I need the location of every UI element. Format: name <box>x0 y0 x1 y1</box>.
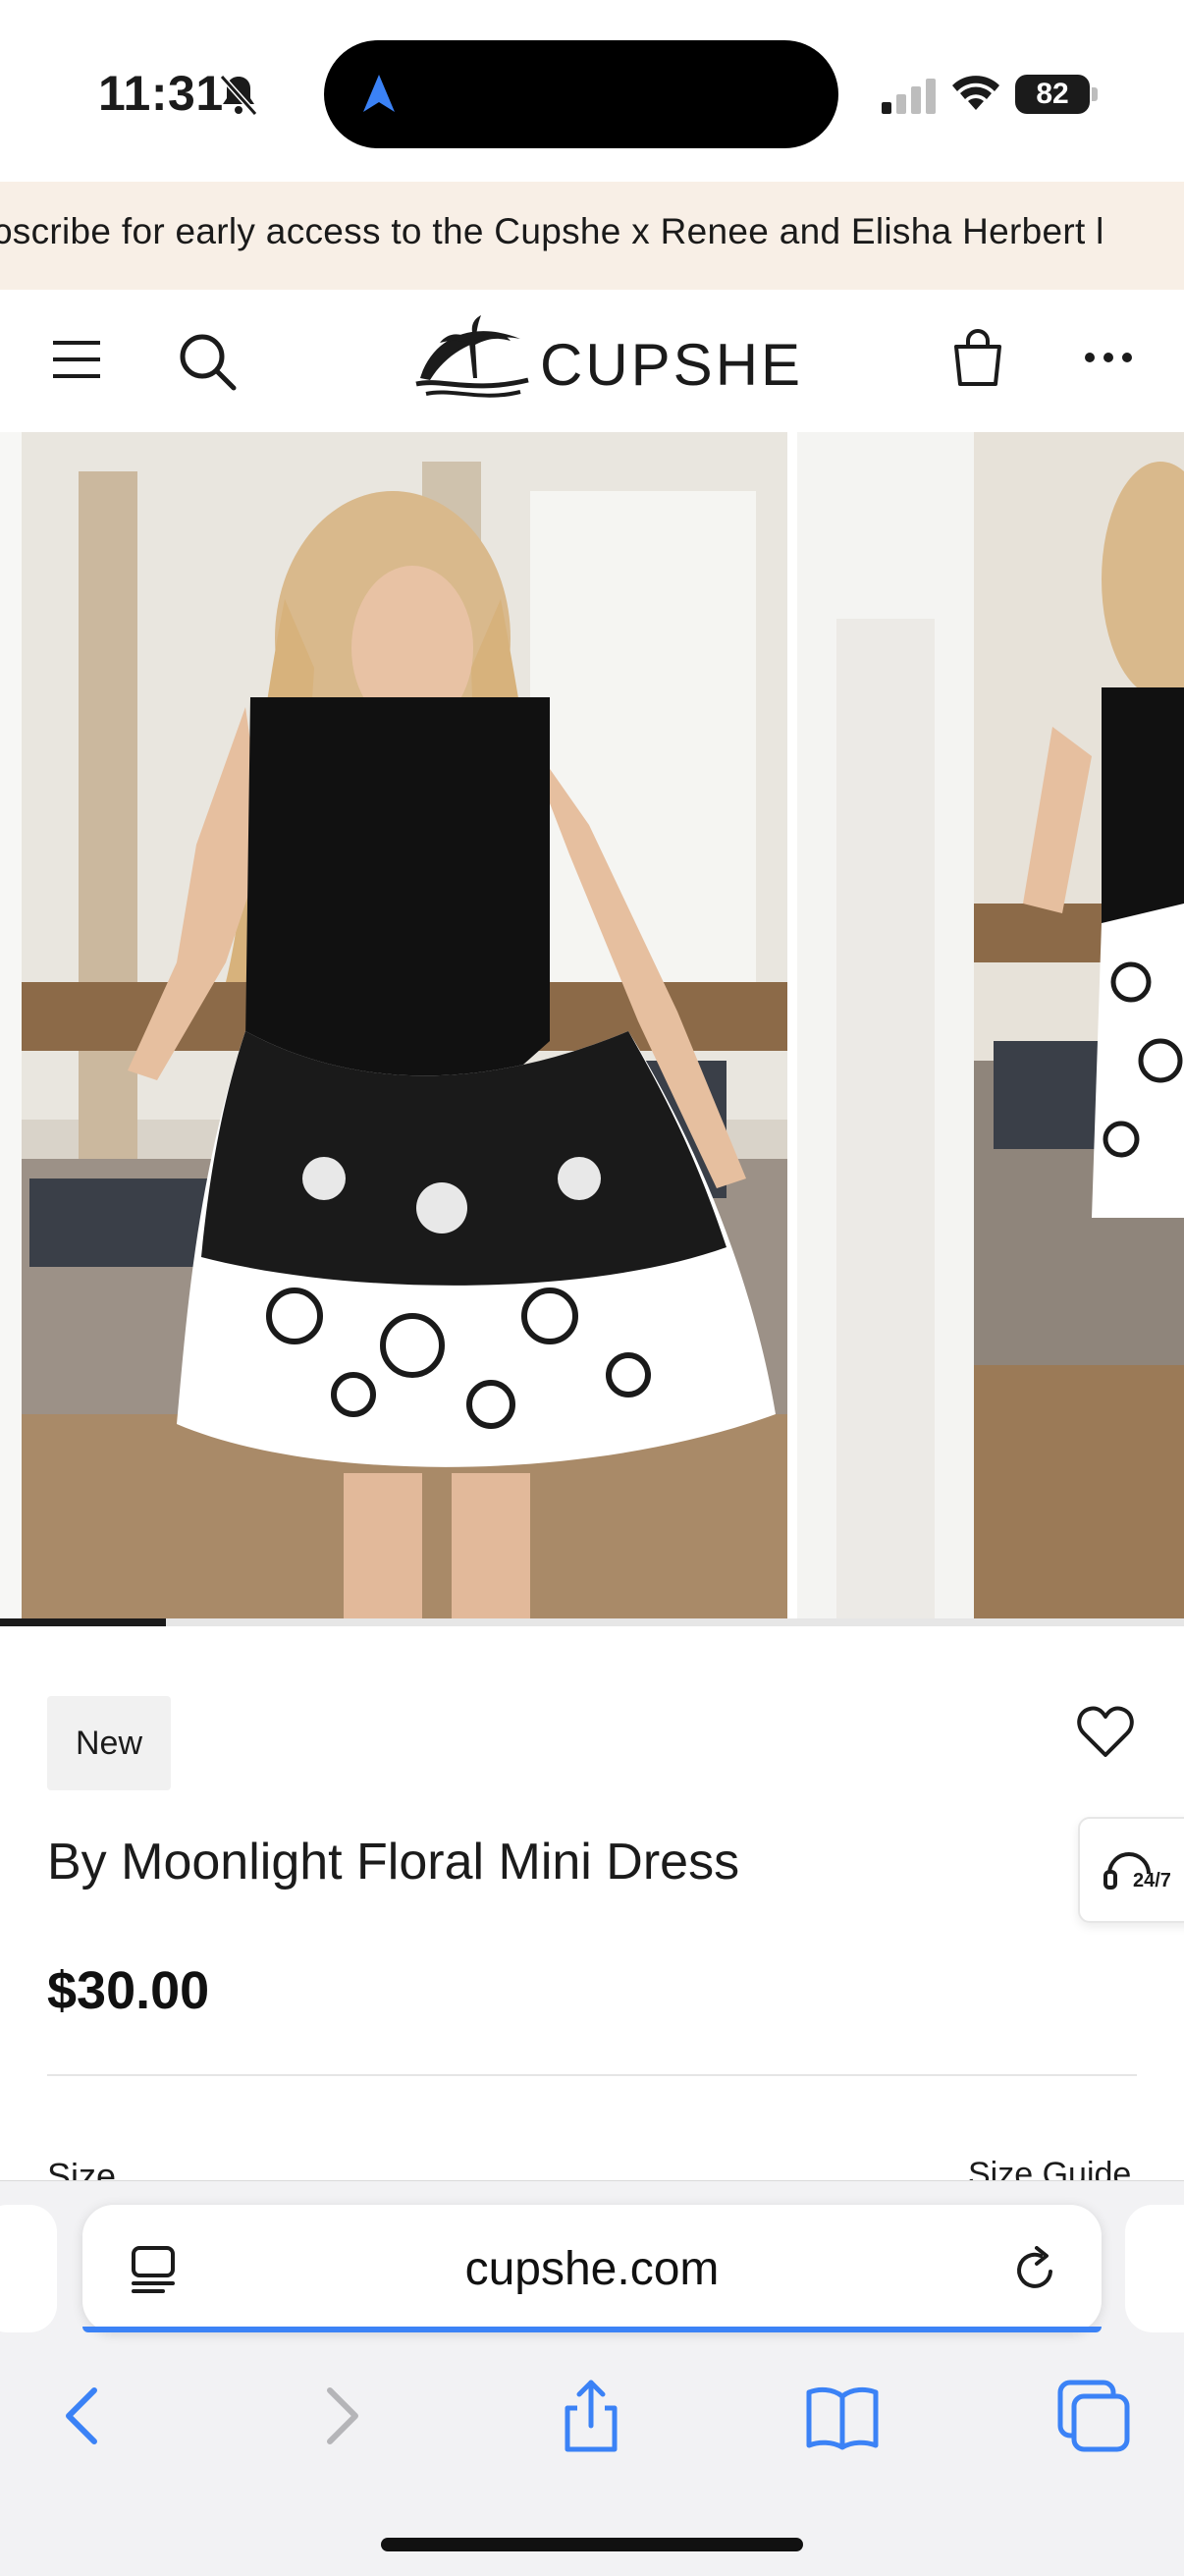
product-image-2[interactable] <box>797 432 1184 1620</box>
site-header: CUPSHE <box>0 290 1184 434</box>
home-indicator <box>381 2538 803 2551</box>
shopping-bag-icon[interactable] <box>950 327 1005 388</box>
chat-label: 24/7 <box>1133 1870 1171 1891</box>
promo-text: ɔscribe for early access to the Cupshe x… <box>0 211 1104 251</box>
back-icon[interactable] <box>45 2377 124 2455</box>
slide-gap <box>787 432 797 1620</box>
search-icon[interactable] <box>175 329 240 394</box>
new-badge: New <box>47 1696 171 1790</box>
page-load-progress <box>82 2327 1102 2332</box>
wifi-icon <box>952 76 999 110</box>
cellular-signal-icon <box>882 79 936 114</box>
menu-icon[interactable] <box>51 335 102 384</box>
product-photo-1 <box>0 432 787 1620</box>
product-image-1[interactable] <box>0 432 787 1620</box>
product-photo-2 <box>797 432 1184 1620</box>
share-icon[interactable] <box>552 2377 630 2455</box>
url-text: cupshe.com <box>464 2243 720 2295</box>
silent-bell-icon <box>219 74 258 117</box>
chat-support-button[interactable]: 24/7 <box>1078 1817 1184 1923</box>
battery-indicator: 82 <box>1015 75 1090 114</box>
product-title: By Moonlight Floral Mini Dress <box>47 1834 740 1891</box>
product-image-gallery[interactable] <box>0 432 1184 1620</box>
battery-tip <box>1092 87 1098 101</box>
status-bar: 11:31 82 <box>0 0 1184 182</box>
gallery-progress-fill <box>0 1618 166 1626</box>
previous-tab-preview[interactable] <box>0 2205 57 2332</box>
forward-icon[interactable] <box>300 2377 379 2455</box>
promo-banner[interactable]: ɔscribe for early access to the Cupshe x… <box>0 182 1184 290</box>
info-divider <box>47 2074 1137 2076</box>
gallery-progress-track <box>0 1618 1184 1626</box>
reload-icon[interactable] <box>1011 2246 1058 2295</box>
product-price: $30.00 <box>47 1961 210 2020</box>
location-arrow-icon <box>363 75 395 112</box>
palm-tree-logo-icon <box>415 315 529 398</box>
brand-logo[interactable]: CUPSHE <box>412 309 800 408</box>
wishlist-heart-icon[interactable] <box>1076 1704 1135 1759</box>
bookmarks-icon[interactable] <box>803 2377 882 2455</box>
status-time: 11:31 <box>98 66 224 121</box>
more-icon[interactable] <box>1084 351 1133 364</box>
brand-name: CUPSHE <box>540 332 804 398</box>
address-bar[interactable]: cupshe.com <box>82 2205 1102 2332</box>
next-tab-preview[interactable] <box>1125 2205 1184 2332</box>
dynamic-island <box>324 40 838 148</box>
tabs-icon[interactable] <box>1054 2377 1133 2455</box>
